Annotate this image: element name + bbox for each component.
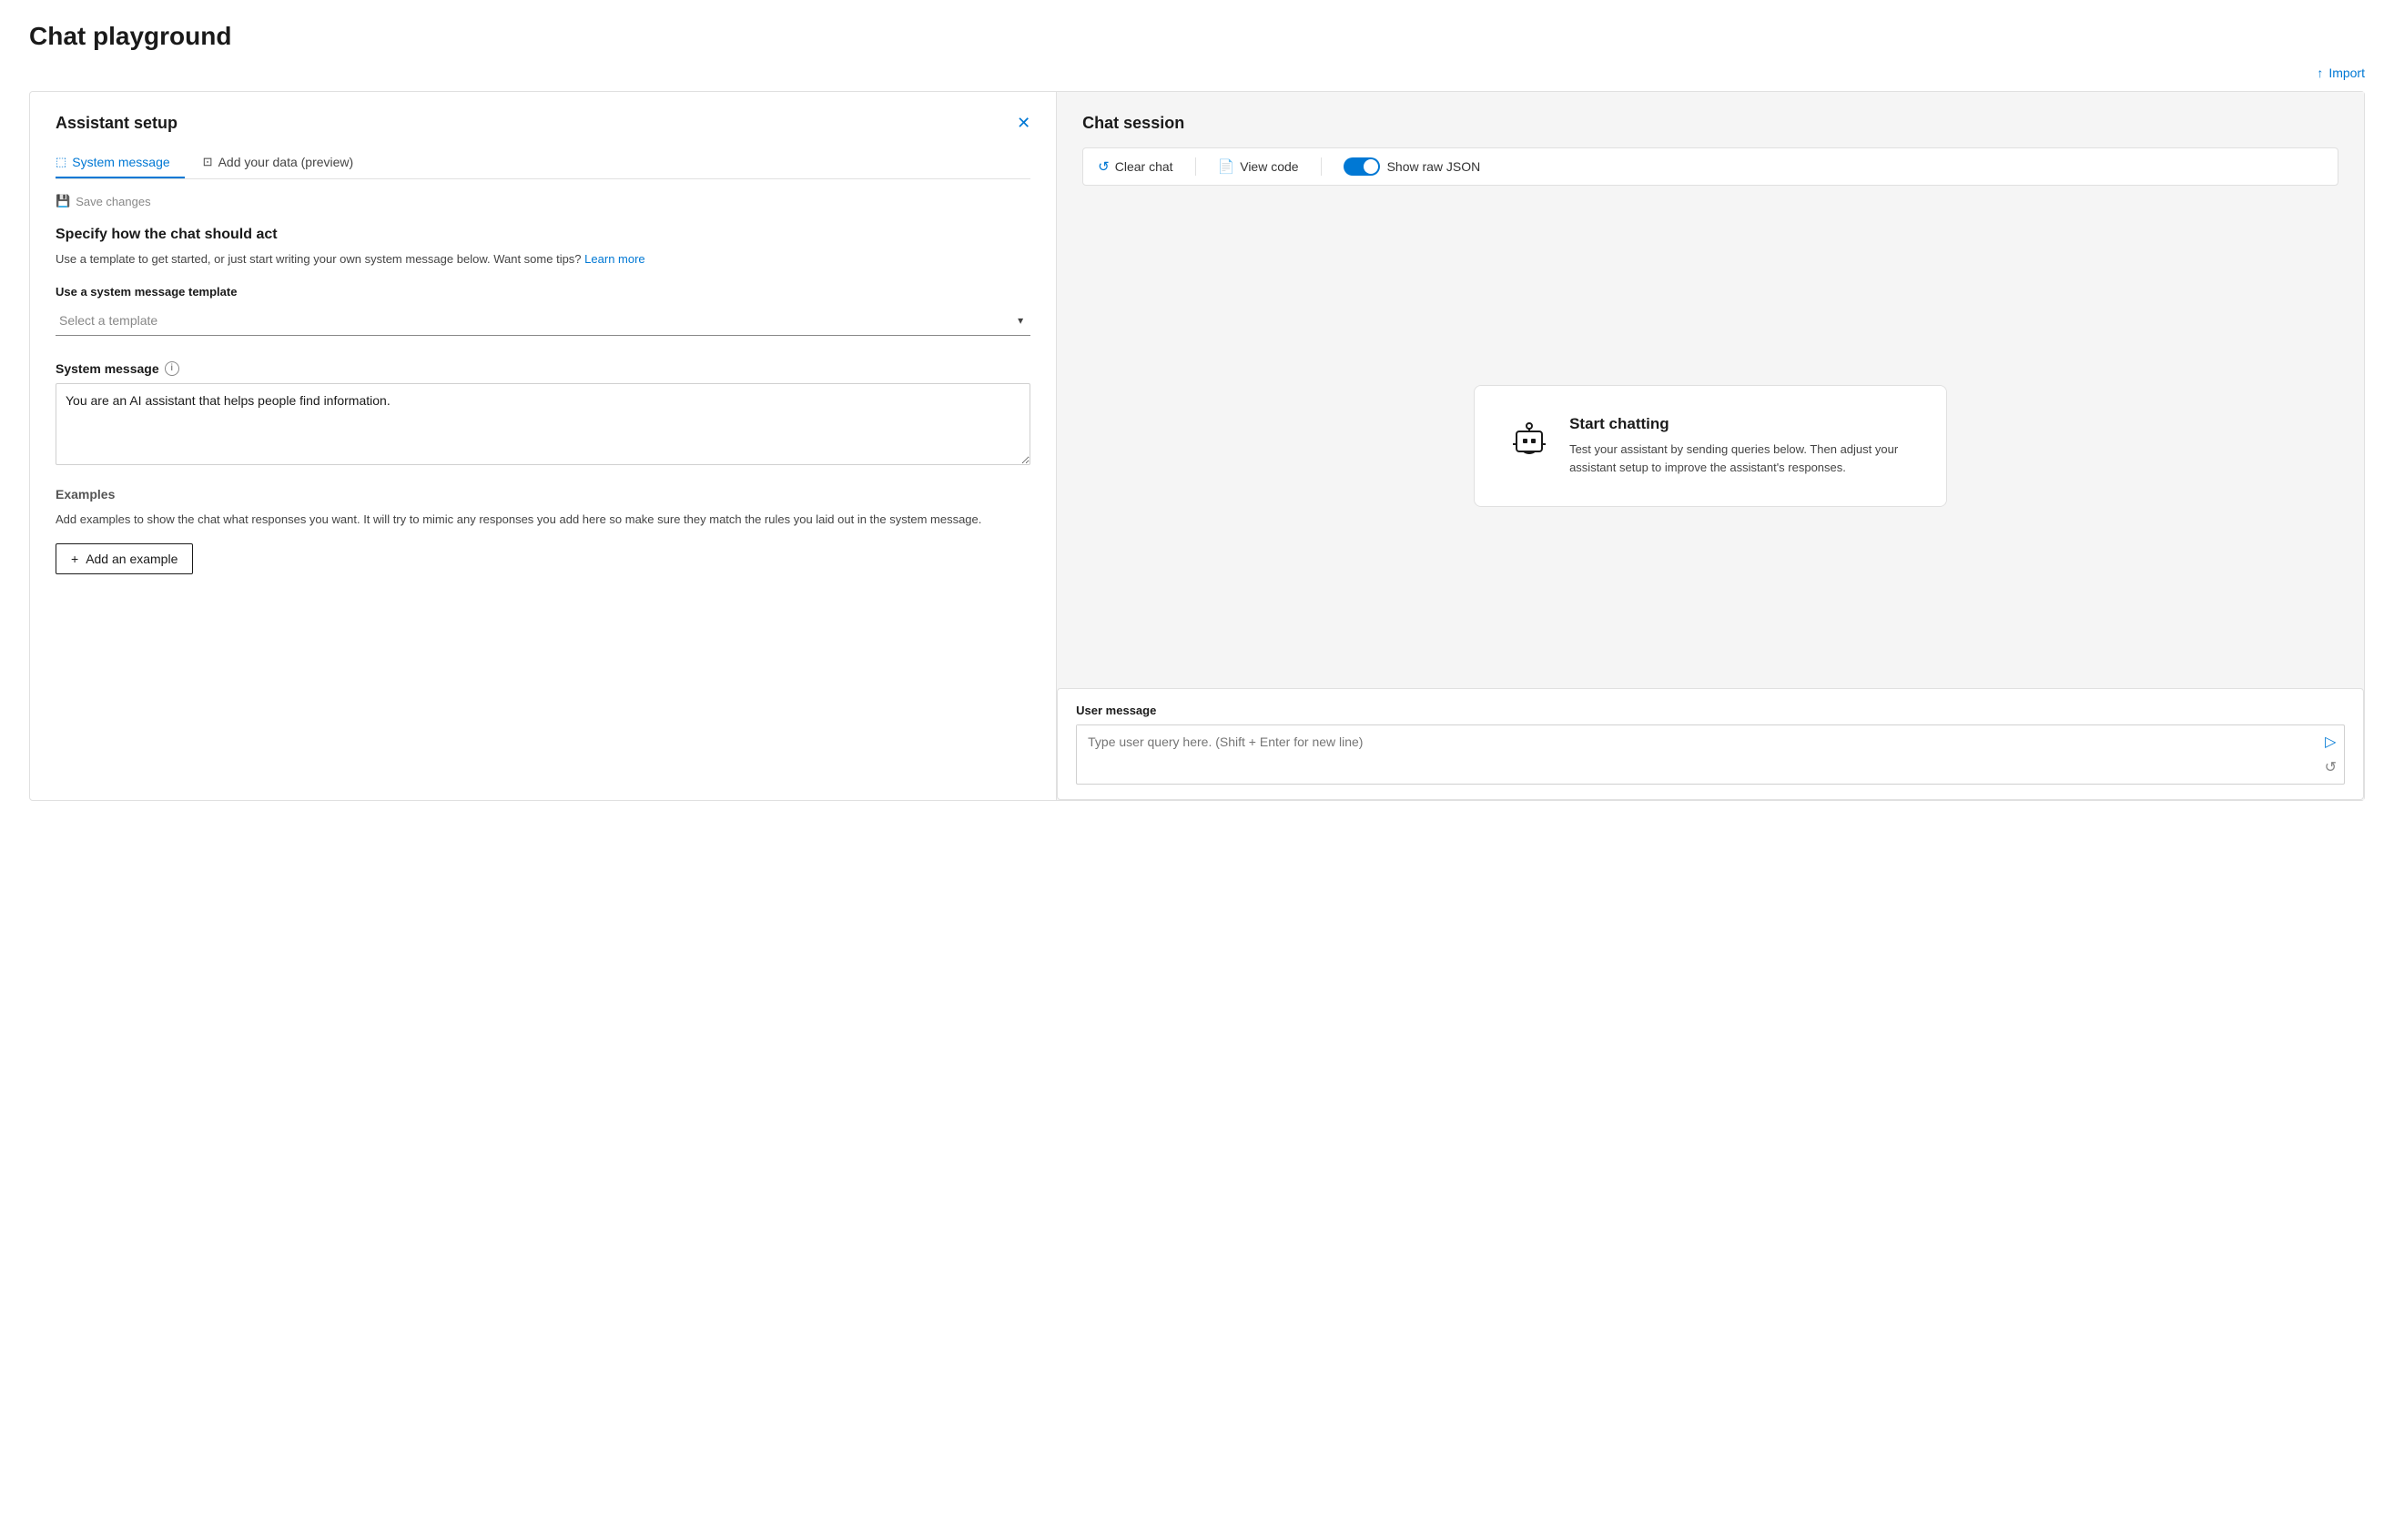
close-button[interactable]: ✕ — [1017, 114, 1030, 133]
add-example-button[interactable]: + Add an example — [56, 543, 193, 574]
assistant-setup-title: Assistant setup — [56, 114, 178, 133]
tab-add-data[interactable]: ⊡ Add your data (preview) — [203, 147, 369, 178]
save-changes-row: 💾 Save changes — [56, 194, 1030, 208]
send-message-button[interactable]: ▷ — [2325, 733, 2337, 751]
system-message-tab-label: System message — [72, 155, 169, 169]
main-layout: Assistant setup ✕ ⬚ System message ⊡ Add… — [29, 91, 2365, 801]
system-message-tab-icon: ⬚ — [56, 155, 66, 169]
chat-area: Start chatting Test your assistant by se… — [1082, 204, 2338, 688]
start-chatting-heading: Start chatting — [1569, 415, 1913, 433]
import-label: Import — [2328, 66, 2365, 80]
user-message-area: User message ▷ ↺ — [1057, 688, 2364, 800]
chat-session-title: Chat session — [1082, 114, 2338, 133]
show-raw-json-toggle-wrapper: Show raw JSON — [1344, 157, 1481, 176]
message-actions: ▷ ↺ — [2318, 725, 2344, 784]
show-raw-json-toggle[interactable] — [1344, 157, 1380, 176]
clear-chat-label: Clear chat — [1115, 159, 1173, 174]
close-icon: ✕ — [1017, 114, 1030, 132]
examples-desc: Add examples to show the chat what respo… — [56, 511, 1030, 529]
user-message-input[interactable] — [1077, 725, 2317, 773]
refresh-icon: ↺ — [2325, 758, 2337, 776]
template-select[interactable]: Select a template — [56, 306, 1030, 336]
refresh-button[interactable]: ↺ — [2325, 758, 2337, 776]
left-panel-tabs: ⬚ System message ⊡ Add your data (previe… — [56, 147, 1030, 179]
info-icon: i — [165, 361, 179, 376]
template-label: Use a system message template — [56, 285, 1030, 299]
start-chatting-card: Start chatting Test your assistant by se… — [1474, 385, 1947, 507]
user-message-label: User message — [1076, 704, 2345, 717]
send-icon: ▷ — [2325, 733, 2336, 751]
clear-chat-button[interactable]: ↺ Clear chat — [1098, 158, 1172, 175]
start-card-content: Start chatting Test your assistant by se… — [1569, 415, 1913, 477]
user-message-input-wrap: ▷ ↺ — [1076, 724, 2345, 785]
specify-desc: Use a template to get started, or just s… — [56, 250, 1030, 268]
top-bar: ↑ Import — [29, 66, 2365, 80]
chat-toolbar: ↺ Clear chat 📄 View code Show raw JSON — [1082, 147, 2338, 186]
save-changes-label: Save changes — [76, 195, 150, 208]
panel-header: Assistant setup ✕ — [56, 114, 1030, 133]
add-data-tab-icon: ⊡ — [203, 155, 213, 169]
specify-desc-text: Use a template to get started, or just s… — [56, 252, 582, 266]
view-code-button[interactable]: 📄 View code — [1218, 158, 1299, 175]
save-changes-button[interactable]: 💾 Save changes — [56, 194, 151, 208]
save-icon: 💾 — [56, 194, 70, 208]
plus-icon: + — [71, 552, 78, 566]
toolbar-divider-2 — [1321, 157, 1322, 176]
robot-icon — [1507, 415, 1551, 459]
toggle-knob — [1364, 159, 1378, 174]
examples-section: Examples Add examples to show the chat w… — [56, 487, 1030, 574]
system-message-textarea[interactable]: You are an AI assistant that helps peopl… — [56, 383, 1030, 465]
toolbar-divider-1 — [1195, 157, 1196, 176]
learn-more-link[interactable]: Learn more — [584, 252, 644, 266]
system-message-field-label: System message i — [56, 361, 1030, 376]
tab-system-message[interactable]: ⬚ System message — [56, 147, 185, 178]
chat-session-panel: Chat session ↺ Clear chat 📄 View code — [1057, 92, 2364, 800]
specify-title: Specify how the chat should act — [56, 227, 1030, 243]
system-message-label-text: System message — [56, 361, 159, 376]
clear-chat-icon: ↺ — [1098, 158, 1110, 175]
add-example-label: Add an example — [86, 552, 178, 566]
page-title: Chat playground — [29, 22, 2365, 51]
show-raw-json-label: Show raw JSON — [1387, 159, 1481, 174]
start-chatting-desc: Test your assistant by sending queries b… — [1569, 441, 1913, 477]
examples-label: Examples — [56, 487, 1030, 502]
assistant-setup-panel: Assistant setup ✕ ⬚ System message ⊡ Add… — [30, 92, 1057, 800]
view-code-label: View code — [1240, 159, 1298, 174]
add-data-tab-label: Add your data (preview) — [218, 155, 354, 169]
view-code-icon: 📄 — [1218, 158, 1235, 175]
import-button[interactable]: ↑ Import — [2317, 66, 2365, 80]
import-icon: ↑ — [2317, 66, 2323, 80]
robot-icon-wrap — [1507, 415, 1551, 461]
template-select-wrapper: Select a template ▾ — [56, 306, 1030, 336]
